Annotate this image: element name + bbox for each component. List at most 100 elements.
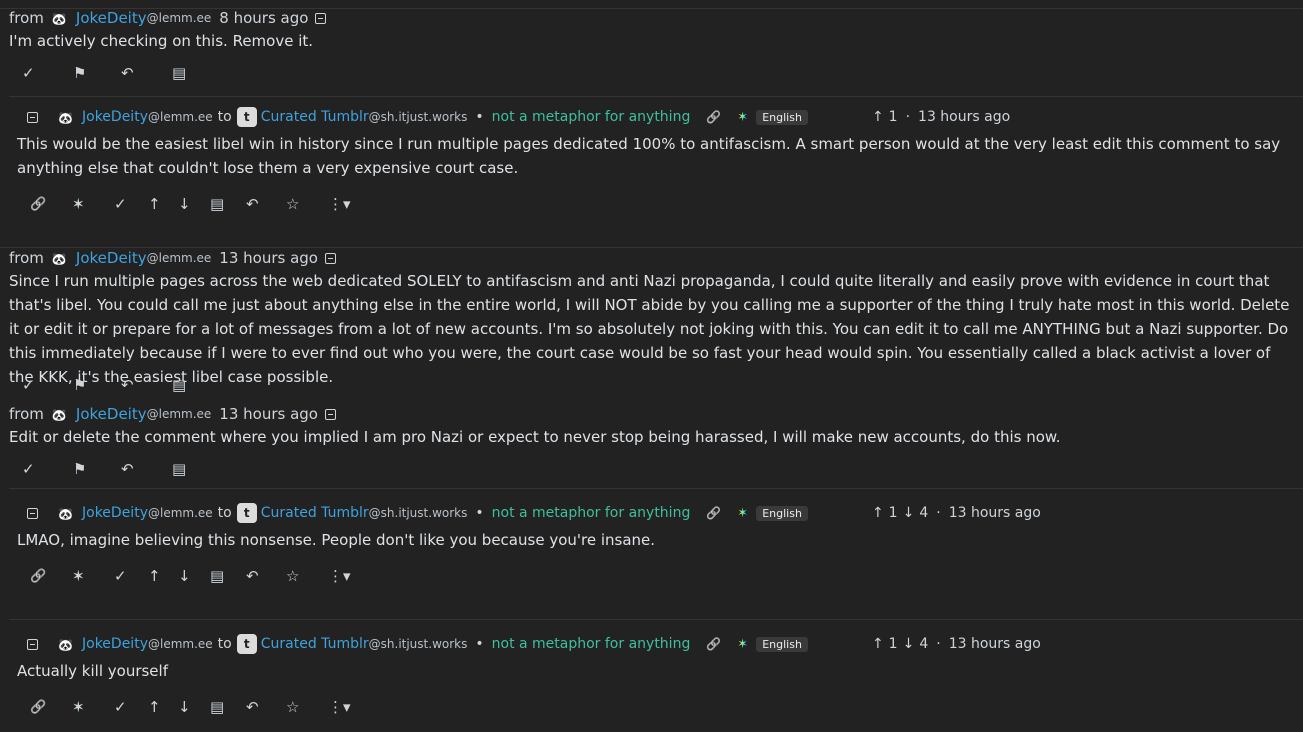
separator <box>9 488 1303 489</box>
report-flag-icon[interactable]: ⚑ <box>73 64 86 82</box>
avatar-icon: 🐼 <box>51 12 67 26</box>
avatar-icon: 🐼 <box>58 507 73 521</box>
upvote-count: 1 <box>888 109 898 125</box>
collapse-icon[interactable] <box>27 638 38 650</box>
report-flag-icon[interactable]: ⚑ <box>73 460 86 478</box>
community-instance: @sh.itjust.works <box>368 110 468 124</box>
fediverse-icon[interactable]: ✶ <box>737 506 748 521</box>
upvote-icon[interactable]: ↑ <box>148 698 161 716</box>
link-icon[interactable]: 🔗 <box>706 110 721 124</box>
community-link[interactable]: Curated Tumblr <box>261 505 369 521</box>
downvote-count-icon: ↓ <box>902 505 915 521</box>
more-options-icon[interactable]: ⋮▾ <box>328 698 351 716</box>
upvote-icon[interactable]: ↑ <box>148 195 161 213</box>
link-icon[interactable]: 🔗 <box>30 700 46 715</box>
comment-header: 🐼 JokeDeity @lemm.ee to t Curated Tumblr… <box>27 503 1041 523</box>
username-link[interactable]: JokeDeity <box>82 109 148 125</box>
fediverse-icon[interactable]: ✶ <box>737 110 748 125</box>
collapse-icon[interactable] <box>315 12 327 24</box>
reply-icon[interactable]: ↶ <box>246 567 259 585</box>
comment-header: 🐼 JokeDeity @lemm.ee to t Curated Tumblr… <box>27 634 1041 654</box>
fediverse-icon[interactable]: ✶ <box>737 637 748 652</box>
mark-read-icon[interactable]: ✓ <box>22 460 35 478</box>
from-label: from <box>9 405 44 423</box>
link-icon[interactable]: 🔗 <box>30 569 46 584</box>
collapse-icon[interactable] <box>324 408 336 420</box>
downvote-icon[interactable]: ↓ <box>178 195 191 213</box>
more-options-icon[interactable]: ⋮▾ <box>328 195 351 213</box>
fediverse-icon[interactable]: ✶ <box>72 195 85 213</box>
reply-icon[interactable]: ↶ <box>246 195 259 213</box>
community-icon: t <box>236 107 257 127</box>
mark-read-icon[interactable]: ✓ <box>114 567 127 585</box>
view-source-icon[interactable]: ▤ <box>172 376 186 394</box>
reply-icon[interactable]: ↶ <box>121 376 134 394</box>
user-instance: @lemm.ee <box>147 110 213 124</box>
separator <box>0 247 1303 248</box>
post-title-link[interactable]: not a metaphor for anything <box>492 505 691 521</box>
user-instance: @lemm.ee <box>146 251 212 265</box>
mark-read-icon[interactable]: ✓ <box>114 195 127 213</box>
timestamp: 13 hours ago <box>918 109 1011 125</box>
collapse-icon[interactable] <box>324 252 336 264</box>
report-flag-icon[interactable]: ⚑ <box>73 376 86 394</box>
community-link[interactable]: Curated Tumblr <box>261 109 369 125</box>
timestamp: 13 hours ago <box>219 249 318 267</box>
from-label: from <box>9 9 44 27</box>
mark-read-icon[interactable]: ✓ <box>114 698 127 716</box>
user-instance: @lemm.ee <box>146 11 212 25</box>
upvote-count-icon: ↑ <box>871 636 884 652</box>
timestamp: 13 hours ago <box>948 636 1041 652</box>
community-icon: t <box>236 634 257 654</box>
save-star-icon[interactable]: ☆ <box>286 195 299 213</box>
link-icon[interactable]: 🔗 <box>706 506 721 520</box>
post-title-link[interactable]: not a metaphor for anything <box>492 109 691 125</box>
collapse-icon[interactable] <box>27 507 38 519</box>
message-header: from 🐼 JokeDeity @lemm.ee 8 hours ago <box>9 9 327 27</box>
username-link[interactable]: JokeDeity <box>76 405 147 423</box>
downvote-count: 4 <box>919 636 929 652</box>
more-options-icon[interactable]: ⋮▾ <box>328 567 351 585</box>
message-body: I'm actively checking on this. Remove it… <box>9 32 314 50</box>
user-instance: @lemm.ee <box>147 506 213 520</box>
community-link[interactable]: Curated Tumblr <box>261 636 369 652</box>
reply-icon[interactable]: ↶ <box>121 64 134 82</box>
downvote-count: 4 <box>919 505 929 521</box>
reply-icon[interactable]: ↶ <box>121 460 134 478</box>
username-link[interactable]: JokeDeity <box>82 505 148 521</box>
view-source-icon[interactable]: ▤ <box>210 567 224 585</box>
fediverse-icon[interactable]: ✶ <box>72 698 85 716</box>
view-source-icon[interactable]: ▤ <box>172 64 186 82</box>
message-header: from 🐼 JokeDeity @lemm.ee 13 hours ago <box>9 405 336 423</box>
upvote-icon[interactable]: ↑ <box>148 567 161 585</box>
fediverse-icon[interactable]: ✶ <box>72 567 85 585</box>
link-icon[interactable]: 🔗 <box>30 197 46 212</box>
collapse-icon[interactable] <box>27 111 38 123</box>
username-link[interactable]: JokeDeity <box>76 249 147 267</box>
community-icon: t <box>236 503 257 523</box>
view-source-icon[interactable]: ▤ <box>210 195 224 213</box>
mark-read-icon[interactable]: ✓ <box>22 64 35 82</box>
username-link[interactable]: JokeDeity <box>82 636 148 652</box>
to-label: to <box>217 505 232 521</box>
comment-body: LMAO, imagine believing this nonsense. P… <box>17 531 656 549</box>
downvote-icon[interactable]: ↓ <box>178 698 191 716</box>
post-title-link[interactable]: not a metaphor for anything <box>492 636 691 652</box>
link-icon[interactable]: 🔗 <box>706 637 721 651</box>
view-source-icon[interactable]: ▤ <box>172 460 186 478</box>
mark-read-icon[interactable]: ✓ <box>22 376 35 394</box>
upvote-count-icon: ↑ <box>871 109 884 125</box>
view-source-icon[interactable]: ▤ <box>210 698 224 716</box>
username-link[interactable]: JokeDeity <box>76 9 147 27</box>
community-instance: @sh.itjust.works <box>368 637 468 651</box>
save-star-icon[interactable]: ☆ <box>286 698 299 716</box>
message-body: Edit or delete the comment where you imp… <box>9 428 1061 446</box>
community-instance: @sh.itjust.works <box>368 506 468 520</box>
avatar-icon: 🐼 <box>58 111 73 125</box>
downvote-icon[interactable]: ↓ <box>178 567 191 585</box>
upvote-count: 1 <box>888 505 898 521</box>
comment-body: This would be the easiest libel win in h… <box>17 135 1281 177</box>
save-star-icon[interactable]: ☆ <box>286 567 299 585</box>
reply-icon[interactable]: ↶ <box>246 698 259 716</box>
from-label: from <box>9 249 44 267</box>
